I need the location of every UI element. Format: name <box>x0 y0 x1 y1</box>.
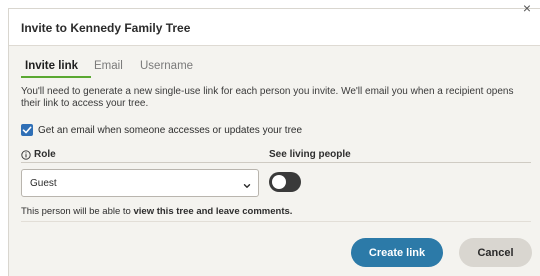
checkmark-icon <box>22 126 32 134</box>
notify-checkbox-row[interactable]: Get an email when someone accesses or up… <box>21 123 302 137</box>
close-icon[interactable]: × <box>520 1 534 15</box>
divider <box>21 162 531 163</box>
permission-note: This person will be able to view this tr… <box>21 206 292 217</box>
tab-email[interactable]: Email <box>94 60 123 72</box>
notify-checkbox-label: Get an email when someone accesses or up… <box>38 124 303 136</box>
toggle-knob <box>272 175 286 189</box>
permission-note-emphasis: view this tree and leave comments. <box>133 206 293 217</box>
tab-username[interactable]: Username <box>140 60 193 72</box>
chevron-down-icon <box>242 178 252 188</box>
permission-note-prefix: This person will be able to <box>21 206 134 217</box>
living-people-toggle[interactable] <box>269 172 301 192</box>
invite-description: You'll need to generate a new single-use… <box>21 86 514 109</box>
dialog-header: Invite to Kennedy Family Tree <box>9 9 540 46</box>
footer-divider <box>21 221 531 222</box>
info-icon[interactable] <box>21 149 31 160</box>
living-people-heading: See living people <box>269 149 351 160</box>
role-heading: Role <box>21 149 56 160</box>
role-label: Role <box>34 149 56 160</box>
create-link-button[interactable]: Create link <box>351 238 443 267</box>
invite-dialog: Invite to Kennedy Family Tree Invite lin… <box>8 8 540 276</box>
role-select-value: Guest <box>30 178 57 189</box>
notify-checkbox[interactable] <box>21 124 33 136</box>
role-select[interactable]: Guest <box>21 169 259 197</box>
cancel-button[interactable]: Cancel <box>459 238 532 267</box>
active-tab-indicator <box>21 76 91 78</box>
dialog-title: Invite to Kennedy Family Tree <box>21 21 191 35</box>
tab-invite-link[interactable]: Invite link <box>25 60 78 72</box>
